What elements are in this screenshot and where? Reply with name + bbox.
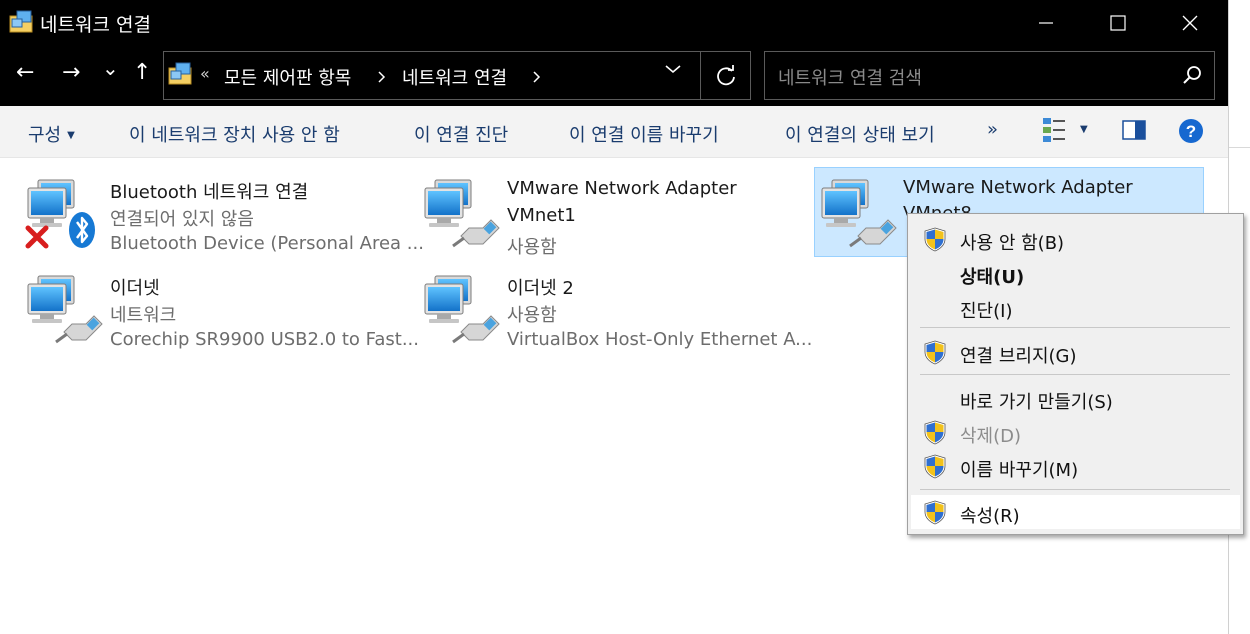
recent-locations-button[interactable]: ⌄ bbox=[102, 56, 119, 80]
menu-item-label: 상태(U) bbox=[960, 267, 1025, 288]
network-adapter-icon bbox=[424, 275, 501, 344]
chevron-right-icon[interactable] bbox=[377, 70, 387, 84]
maximize-button[interactable] bbox=[1082, 0, 1154, 45]
search-icon[interactable] bbox=[1182, 64, 1204, 86]
view-status-button[interactable]: 이 연결의 상태 보기 bbox=[785, 121, 935, 147]
menu-item-diagnose[interactable]: 진단(I) bbox=[911, 290, 1240, 324]
uac-shield-icon bbox=[924, 500, 946, 525]
more-commands-button[interactable]: » bbox=[987, 119, 998, 140]
connection-item-bluetooth[interactable]: Bluetooth 네트워크 연결 연결되어 있지 않음 Bluetooth D… bbox=[24, 172, 424, 262]
connection-device: Bluetooth Device (Personal Area ... bbox=[110, 233, 424, 254]
menu-item-label: 삭제(D) bbox=[960, 426, 1022, 447]
menu-item-rename[interactable]: 이름 바꾸기(M) bbox=[911, 449, 1240, 483]
connection-status: 사용함 bbox=[507, 237, 557, 258]
connection-status: 사용함 bbox=[507, 305, 557, 326]
help-icon[interactable]: ? bbox=[1178, 118, 1204, 144]
breadcrumb-network-connections[interactable]: 네트워크 연결 bbox=[402, 64, 507, 90]
network-adapter-icon bbox=[821, 179, 898, 248]
network-adapter-icon bbox=[424, 179, 501, 248]
connection-name: 이더넷 2 bbox=[507, 278, 574, 299]
address-bar[interactable]: « 모든 제어판 항목 네트워크 연결 bbox=[163, 51, 751, 100]
connection-status: 네트워크 bbox=[110, 305, 177, 326]
network-connections-icon bbox=[168, 62, 192, 85]
disconnected-x-icon bbox=[25, 225, 49, 249]
search-box[interactable]: 네트워크 연결 검색 bbox=[764, 51, 1215, 100]
menu-item-label: 속성(R) bbox=[960, 506, 1020, 527]
connection-device: VirtualBox Host-Only Ethernet A... bbox=[507, 329, 813, 350]
chevron-right-icon[interactable] bbox=[532, 70, 542, 84]
connection-name: VMware Network Adapter bbox=[903, 177, 1133, 198]
connection-device: Corechip SR9900 USB2.0 to Fast... bbox=[110, 329, 419, 350]
organize-label: 구성 bbox=[28, 125, 62, 146]
connection-name-line2: VMnet1 bbox=[507, 205, 576, 226]
back-button[interactable]: ← bbox=[16, 60, 34, 85]
connection-name: VMware Network Adapter bbox=[507, 178, 737, 199]
up-button[interactable]: ↑ bbox=[133, 60, 151, 85]
menu-item-properties[interactable]: 속성(R) bbox=[911, 495, 1240, 529]
menu-item-label: 사용 안 함(B) bbox=[960, 233, 1065, 254]
menu-item-bridge[interactable]: 연결 브리지(G) bbox=[911, 335, 1240, 369]
search-placeholder: 네트워크 연결 검색 bbox=[778, 68, 922, 89]
menu-item-label: 바로 가기 만들기(S) bbox=[960, 392, 1113, 413]
caret-down-icon: ▼ bbox=[67, 130, 75, 141]
connection-name: Bluetooth 네트워크 연결 bbox=[110, 182, 309, 203]
refresh-icon bbox=[717, 64, 735, 85]
connection-item-vmnet1[interactable]: VMware Network Adapter VMnet1 사용함 bbox=[421, 172, 811, 262]
menu-item-label: 진단(I) bbox=[960, 301, 1013, 322]
uac-shield-icon bbox=[924, 340, 946, 365]
rename-button[interactable]: 이 연결 이름 바꾸기 bbox=[569, 121, 719, 147]
menu-item-label: 연결 브리지(G) bbox=[960, 346, 1077, 367]
menu-item-disable[interactable]: 사용 안 함(B) bbox=[911, 222, 1240, 256]
divider bbox=[1229, 147, 1250, 148]
title-bar: 네트워크 연결 bbox=[0, 0, 1228, 45]
minimize-icon bbox=[1039, 21, 1053, 24]
diagnose-button[interactable]: 이 연결 진단 bbox=[414, 121, 508, 147]
connection-status: 연결되어 있지 않음 bbox=[110, 209, 254, 230]
minimize-button[interactable] bbox=[1010, 0, 1082, 45]
uac-shield-icon bbox=[924, 420, 946, 445]
window-title: 네트워크 연결 bbox=[40, 14, 151, 36]
network-connections-icon bbox=[9, 10, 33, 33]
breadcrumb-all-control-panel[interactable]: 모든 제어판 항목 bbox=[224, 64, 351, 90]
menu-item-status[interactable]: 상태(U) bbox=[911, 256, 1240, 290]
connection-name: 이더넷 bbox=[110, 278, 160, 299]
overflow-breadcrumb[interactable]: « bbox=[200, 64, 210, 83]
menu-separator bbox=[920, 489, 1230, 490]
view-options-caret[interactable]: ▼ bbox=[1080, 124, 1088, 135]
refresh-button[interactable] bbox=[700, 51, 751, 100]
network-adapter-icon bbox=[25, 179, 95, 249]
close-icon bbox=[1182, 15, 1198, 30]
menu-item-create-shortcut[interactable]: 바로 가기 만들기(S) bbox=[911, 381, 1240, 415]
network-adapter-icon bbox=[27, 275, 104, 344]
organize-menu[interactable]: 구성 ▼ bbox=[28, 121, 75, 147]
connection-item-ethernet[interactable]: 이더넷 네트워크 Corechip SR9900 USB2.0 to Fast.… bbox=[24, 268, 419, 358]
disable-device-button[interactable]: 이 네트워크 장치 사용 안 함 bbox=[129, 121, 340, 147]
preview-pane-icon[interactable] bbox=[1122, 120, 1146, 140]
forward-button[interactable]: → bbox=[62, 60, 80, 85]
menu-item-delete: 삭제(D) bbox=[911, 415, 1240, 449]
menu-item-label: 이름 바꾸기(M) bbox=[960, 460, 1079, 481]
uac-shield-icon bbox=[924, 227, 946, 252]
close-button[interactable] bbox=[1154, 0, 1226, 45]
uac-shield-icon bbox=[924, 454, 946, 479]
menu-separator bbox=[920, 374, 1230, 375]
svg-text:?: ? bbox=[1186, 122, 1196, 141]
context-menu: 사용 안 함(B) 상태(U) 진단(I) 연결 브리지(G) 바로 가기 만들… bbox=[907, 213, 1244, 535]
chevron-down-icon[interactable] bbox=[664, 63, 682, 75]
menu-separator bbox=[920, 327, 1230, 328]
connection-item-ethernet-2[interactable]: 이더넷 2 사용함 VirtualBox Host-Only Ethernet … bbox=[421, 268, 813, 358]
maximize-icon bbox=[1110, 14, 1126, 31]
change-view-icon[interactable] bbox=[1041, 116, 1067, 144]
